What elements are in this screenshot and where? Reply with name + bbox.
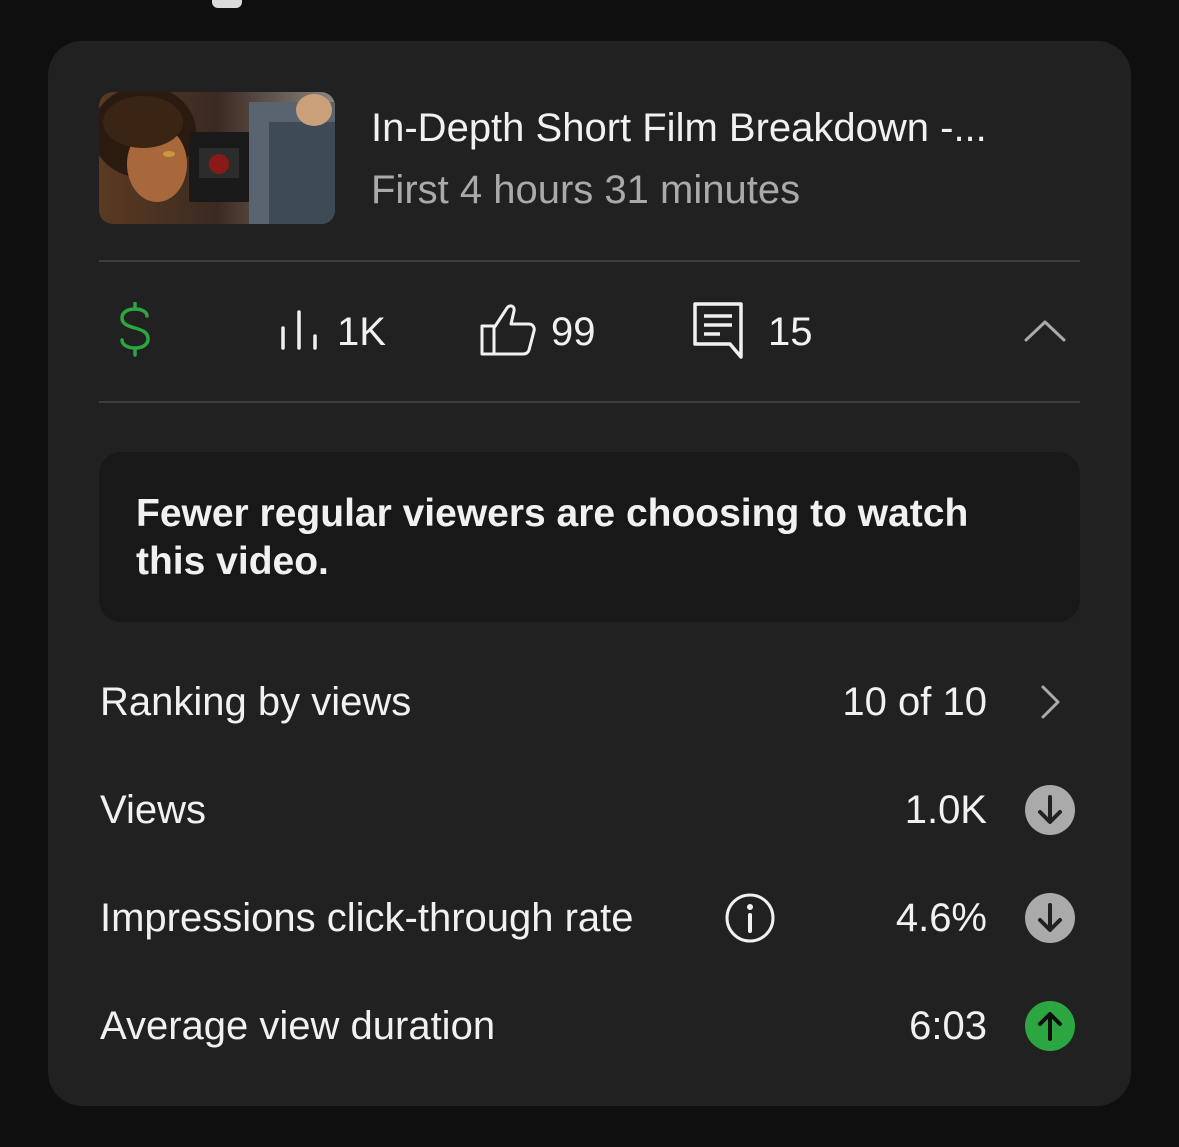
comments-count: 15 xyxy=(768,310,813,354)
dollar-icon xyxy=(117,301,153,363)
views-row[interactable]: Views 1.0K xyxy=(99,780,1080,840)
divider-top xyxy=(99,260,1080,262)
video-row[interactable]: In-Depth Short Film Breakdown -... First… xyxy=(99,92,1079,224)
arrow-up-circle-icon xyxy=(1025,1001,1075,1051)
metric-value: 10 of 10 xyxy=(842,680,987,724)
views-stat[interactable]: 1K xyxy=(279,263,386,402)
revenue-stat[interactable] xyxy=(117,263,153,402)
insight-notice: Fewer regular viewers are choosing to wa… xyxy=(99,452,1080,622)
likes-stat[interactable]: 99 xyxy=(479,263,596,402)
arrow-down-circle-icon xyxy=(1025,893,1075,943)
insight-text: Fewer regular viewers are choosing to wa… xyxy=(136,492,969,583)
metric-value: 4.6% xyxy=(895,896,987,940)
metric-label: Average view duration xyxy=(100,1004,496,1048)
comment-icon xyxy=(692,301,744,364)
divider-bottom xyxy=(99,401,1080,403)
video-analytics-card: In-Depth Short Film Breakdown -... First… xyxy=(48,41,1131,1106)
video-time-range: First 4 hours 31 minutes xyxy=(371,168,801,212)
metric-value: 1.0K xyxy=(904,788,987,832)
video-thumbnail[interactable] xyxy=(99,92,335,224)
chevron-right-icon[interactable] xyxy=(1025,677,1075,727)
info-icon[interactable] xyxy=(724,892,776,944)
stats-row: 1K 99 15 xyxy=(99,263,1080,402)
comments-stat[interactable]: 15 xyxy=(692,263,813,402)
avg-duration-row[interactable]: Average view duration 6:03 xyxy=(99,996,1080,1056)
collapse-button[interactable] xyxy=(1024,263,1066,402)
ctr-row[interactable]: Impressions click-through rate 4.6% xyxy=(99,888,1080,948)
views-count: 1K xyxy=(337,310,386,354)
metric-label: Impressions click-through rate xyxy=(100,896,634,940)
thumbs-up-icon xyxy=(479,302,537,363)
arrow-down-circle-icon xyxy=(1025,785,1075,835)
metric-label: Ranking by views xyxy=(100,680,412,724)
video-title[interactable]: In-Depth Short Film Breakdown -... xyxy=(371,106,1071,151)
likes-count: 99 xyxy=(551,310,596,354)
partial-header-glyph xyxy=(212,0,242,8)
metric-value: 6:03 xyxy=(909,1004,987,1048)
bar-chart-icon xyxy=(279,308,323,357)
ranking-row[interactable]: Ranking by views 10 of 10 xyxy=(99,672,1080,732)
metric-label: Views xyxy=(100,788,206,832)
chevron-up-icon xyxy=(1024,318,1066,347)
